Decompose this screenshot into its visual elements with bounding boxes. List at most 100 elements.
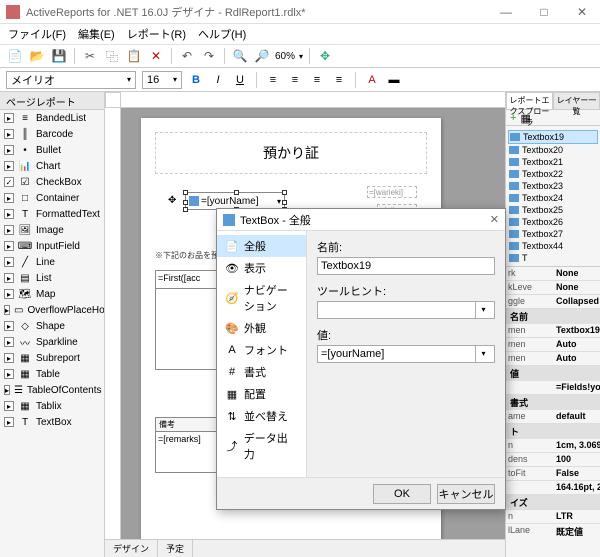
align-right-icon[interactable]: ≡ [309,72,325,88]
tool-sparkline[interactable]: ▸〰Sparkline [0,334,104,350]
tree-item-textbox20[interactable]: Textbox20 [508,144,598,156]
dialog-close-button[interactable]: ✕ [490,213,499,226]
cut-icon[interactable]: ✂ [81,47,99,65]
fillcolor-icon[interactable]: ▬ [386,72,402,88]
tool-image[interactable]: ▸🖼Image [0,222,104,238]
tool-subreport[interactable]: ▸▦Subreport [0,350,104,366]
tree-item-textbox26[interactable]: Textbox26 [508,216,598,228]
menu-file[interactable]: ファイル(F) [8,26,66,42]
menu-help[interactable]: ヘルプ(H) [198,26,246,42]
prop-row[interactable]: nLTR [506,510,600,524]
prop-group[interactable]: 書式 [506,395,600,410]
close-button[interactable]: ✕ [570,2,594,22]
tooltip-input[interactable]: ▾ [317,301,495,319]
tree-item-textbox27[interactable]: Textbox27 [508,228,598,240]
undo-icon[interactable]: ↶ [178,47,196,65]
nav-8[interactable]: ⤴データ出力 [217,427,306,465]
prop-group[interactable]: 名前 [506,309,600,324]
maximize-button[interactable]: □ [532,2,556,22]
tree-item-textbox25[interactable]: Textbox25 [508,204,598,216]
zoom-out-icon[interactable]: 🔍 [231,47,249,65]
prop-group[interactable]: 値 [506,366,600,381]
nav-0[interactable]: 📄全般 [217,235,306,257]
prop-row[interactable]: kLeveNone [506,281,600,295]
prop-row[interactable]: dens100 [506,453,600,467]
dropdown-icon[interactable]: ▾ [475,302,491,318]
align-justify-icon[interactable]: ≡ [331,72,347,88]
tool-bandedlist[interactable]: ▸≡BandedList [0,110,104,126]
minimize-button[interactable]: — [494,2,518,22]
tree-item-textbox19[interactable]: Textbox19 [508,130,598,144]
tool-map[interactable]: ▸🗺Map [0,286,104,302]
tool-formattedtext[interactable]: ▸TFormattedText [0,206,104,222]
value-input[interactable]: =[yourName]▾ [317,345,495,363]
zoom-value[interactable]: 60% [275,51,295,62]
name-input[interactable]: Textbox19 [317,257,495,275]
add-icon[interactable]: + [510,112,516,123]
copy-icon[interactable]: ⿻ [103,47,121,65]
property-grid[interactable]: rkNonekLeveNoneggleCollapsed名前menTextbox… [506,266,600,536]
prop-group[interactable]: イズ [506,495,600,510]
tool-bullet[interactable]: ▸•Bullet [0,142,104,158]
move-handle-icon[interactable]: ✥ [168,195,176,206]
align-center-icon[interactable]: ≡ [287,72,303,88]
tool-checkbox[interactable]: ✓☑CheckBox [0,174,104,190]
tree-item-textbox44[interactable]: Textbox44 [508,240,598,252]
tool-line[interactable]: ▸╱Line [0,254,104,270]
prop-row[interactable]: menTextbox19 [506,324,600,338]
tool-overflowplaceholder[interactable]: ▸▭OverflowPlaceHolder [0,302,104,318]
tree-item-t[interactable]: T [508,252,598,264]
new-icon[interactable]: 📄 [6,47,24,65]
textbox-wareki[interactable]: =[warieki] [367,186,417,198]
status-tab-design[interactable]: デザイン [105,540,158,557]
prop-group[interactable]: ト [506,424,600,439]
bold-icon[interactable]: B [188,72,204,88]
delete-icon[interactable]: ✕ [147,47,165,65]
ok-button[interactable]: OK [373,484,431,504]
redo-icon[interactable]: ↷ [200,47,218,65]
tool-tablix[interactable]: ▸▦Tablix [0,398,104,414]
move-icon[interactable]: ✥ [316,47,334,65]
paste-icon[interactable]: 📋 [125,47,143,65]
tool-barcode[interactable]: ▸║Barcode [0,126,104,142]
tree-item-textbox23[interactable]: Textbox23 [508,180,598,192]
prop-row[interactable]: rkNone [506,267,600,281]
open-icon[interactable]: 📂 [28,47,46,65]
cancel-button[interactable]: キャンセル [437,484,495,504]
underline-icon[interactable]: U [232,72,248,88]
nav-3[interactable]: 🎨外観 [217,317,306,339]
prop-row[interactable]: 164.16pt, 22.5p [506,481,600,495]
tool-list[interactable]: ▸▤List [0,270,104,286]
dropdown-icon[interactable]: ▾ [475,346,491,362]
prop-row[interactable]: menAuto [506,338,600,352]
status-tab-preview[interactable]: 予定 [158,540,193,557]
prop-row[interactable]: n1cm, 3.069167 [506,439,600,453]
prop-row[interactable]: amedefault [506,410,600,424]
tool-shape[interactable]: ▸◇Shape [0,318,104,334]
align-left-icon[interactable]: ≡ [265,72,281,88]
tool-container[interactable]: ▸□Container [0,190,104,206]
menu-edit[interactable]: 編集(E) [78,26,115,42]
nav-6[interactable]: ▦配置 [217,383,306,405]
size-select[interactable]: 16▾ [142,71,182,89]
tool-chart[interactable]: ▸📊Chart [0,158,104,174]
prop-row[interactable]: =Fields!yourN... [506,381,600,395]
tree-item-textbox21[interactable]: Textbox21 [508,156,598,168]
nav-1[interactable]: 👁表示 [217,257,306,279]
prop-row[interactable]: toFitFalse [506,467,600,481]
layer-icon[interactable]: ▦ [520,112,530,123]
prop-row[interactable]: menAuto [506,352,600,366]
font-select[interactable]: メイリオ▾ [6,71,136,89]
save-icon[interactable]: 💾 [50,47,68,65]
explorer-tree[interactable]: Textbox19Textbox20Textbox21Textbox22Text… [506,126,600,266]
tab-report-explorer[interactable]: レポートエクスプローラ [506,92,553,110]
nav-4[interactable]: Aフォント [217,339,306,361]
tool-textbox[interactable]: ▸TTextBox [0,414,104,430]
menu-report[interactable]: レポート(R) [127,26,186,42]
nav-7[interactable]: ⇅並べ替え [217,405,306,427]
prop-row[interactable]: lLane既定値 [506,524,600,536]
italic-icon[interactable]: I [210,72,226,88]
tree-item-textbox24[interactable]: Textbox24 [508,192,598,204]
tool-inputfield[interactable]: ▸⌨InputField [0,238,104,254]
tree-item-textbox22[interactable]: Textbox22 [508,168,598,180]
